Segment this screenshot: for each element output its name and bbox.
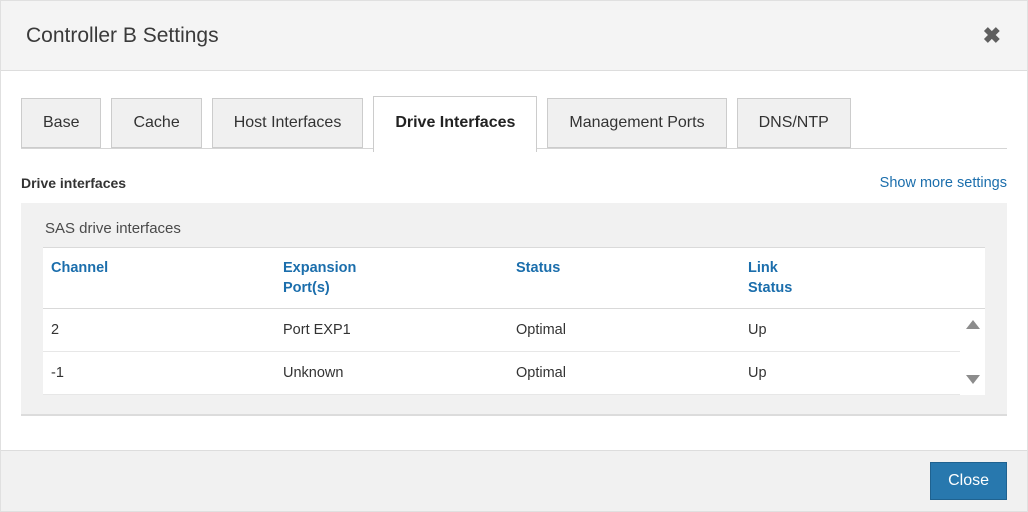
table-row: 2 Port EXP1 Optimal Up xyxy=(43,309,985,353)
scroll-down-icon[interactable] xyxy=(965,375,980,385)
cell-expansion-ports: Unknown xyxy=(283,365,344,382)
table-body: 2 Port EXP1 Optimal Up -1 Unknown Optima… xyxy=(43,309,985,396)
table-scrollbar[interactable] xyxy=(960,310,985,396)
tab-drive-interfaces[interactable]: Drive Interfaces xyxy=(373,96,538,152)
table-row: -1 Unknown Optimal Up xyxy=(43,352,985,396)
show-more-settings-link[interactable]: Show more settings xyxy=(880,175,1007,191)
scroll-up-icon[interactable] xyxy=(965,320,980,330)
close-button[interactable]: Close xyxy=(930,462,1007,500)
tab-host-interfaces[interactable]: Host Interfaces xyxy=(211,98,364,148)
dialog-header: Controller B Settings ✖ xyxy=(1,1,1027,71)
cell-link-status: Up xyxy=(748,365,767,382)
tab-bar: Base Cache Host Interfaces Drive Interfa… xyxy=(21,96,1007,152)
controller-settings-dialog: Controller B Settings ✖ Base Cache Host … xyxy=(0,0,1028,512)
header-spacer xyxy=(960,248,985,308)
sas-drive-interfaces-panel: SAS drive interfaces Channel Expansion P… xyxy=(21,203,1007,416)
tab-dns-ntp[interactable]: DNS/NTP xyxy=(736,98,851,148)
tab-cache[interactable]: Cache xyxy=(111,98,202,148)
close-icon[interactable]: ✖ xyxy=(983,24,1001,47)
cell-expansion-ports: Port EXP1 xyxy=(283,322,351,339)
tab-management-ports[interactable]: Management Ports xyxy=(547,98,727,148)
table-header-row: Channel Expansion Port(s) Status Link St… xyxy=(43,248,985,310)
dialog-footer: Close xyxy=(1,450,1027,511)
cell-channel: -1 xyxy=(51,365,64,382)
section-header-row: Drive interfaces Show more settings xyxy=(21,175,1007,191)
dialog-body: Base Cache Host Interfaces Drive Interfa… xyxy=(1,71,1027,450)
section-heading: Drive interfaces xyxy=(21,175,127,191)
cell-channel: 2 xyxy=(51,322,60,339)
column-header-channel[interactable]: Channel xyxy=(43,248,275,308)
drive-interfaces-table: Channel Expansion Port(s) Status Link St… xyxy=(43,248,985,396)
dialog-title: Controller B Settings xyxy=(26,23,219,47)
cell-status: Optimal xyxy=(516,322,566,339)
column-header-status[interactable]: Status xyxy=(508,248,740,308)
panel-title: SAS drive interfaces xyxy=(43,220,985,248)
column-header-link-status[interactable]: Link Status xyxy=(740,248,960,308)
cell-link-status: Up xyxy=(748,322,767,339)
cell-status: Optimal xyxy=(516,365,566,382)
tab-base[interactable]: Base xyxy=(21,98,102,148)
column-header-expansion-ports[interactable]: Expansion Port(s) xyxy=(275,248,508,308)
